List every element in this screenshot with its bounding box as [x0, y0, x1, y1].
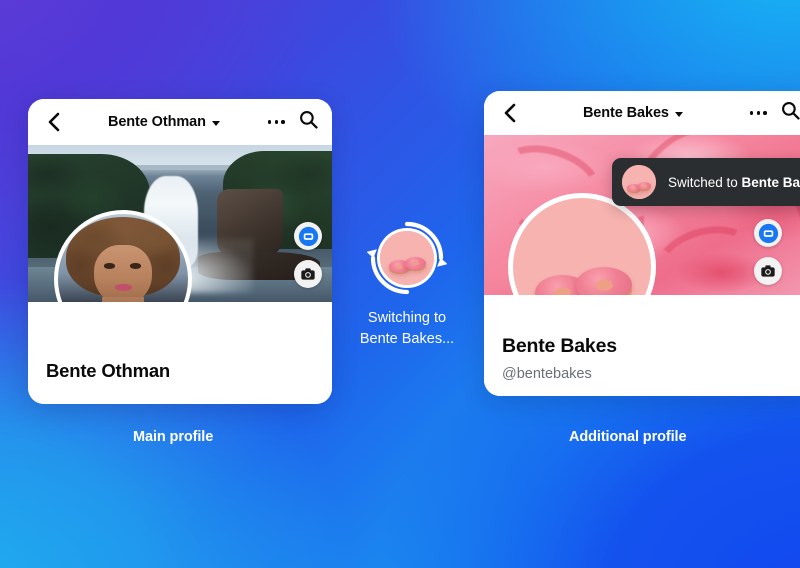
additional-card-info: Bente Bakes @bentebakes	[484, 296, 800, 396]
more-horizontal-icon[interactable]	[749, 111, 767, 115]
caret-down-icon	[211, 120, 220, 126]
toast-avatar	[622, 165, 656, 199]
screenshot-stage: Bente Othman Bente Othman Bente Bakes Be…	[0, 0, 800, 568]
additional-header-actions	[749, 101, 800, 125]
main-profile-title-dropdown[interactable]: Bente Othman	[60, 114, 268, 130]
main-avatar[interactable]	[54, 210, 192, 302]
toast-message: Switched to Bente Bak	[668, 175, 800, 190]
main-profile-card: Bente Othman Bente Othman	[28, 99, 332, 404]
main-profile-name: Bente Othman	[46, 360, 171, 381]
toast-profile-name: Bente Bak	[741, 174, 800, 190]
additional-avatar[interactable]	[508, 193, 656, 295]
search-icon[interactable]	[781, 101, 800, 125]
main-header-actions	[267, 110, 318, 134]
main-card-info: Bente Othman	[28, 312, 332, 404]
switching-label: Switching to Bente Bakes...	[360, 308, 454, 350]
additional-profile-name: Bente Bakes	[502, 335, 617, 357]
more-horizontal-icon[interactable]	[267, 120, 285, 124]
additional-profile-caption: Additional profile	[569, 429, 687, 445]
additional-profile-title-dropdown[interactable]: Bente Bakes	[516, 105, 750, 121]
toast-prefix: Switched to	[668, 174, 742, 190]
refresh-sync-icon	[367, 218, 447, 298]
switcher-avatar	[380, 231, 434, 285]
cover-camera-icon[interactable]	[294, 260, 322, 288]
main-profile-caption: Main profile	[133, 429, 214, 445]
profile-switching-indicator: Switching to Bente Bakes...	[352, 218, 462, 350]
pink-donuts-avatar-image	[513, 198, 651, 295]
additional-profile-handle: @bentebakes	[502, 366, 592, 382]
woman-portrait-avatar-image	[58, 214, 188, 302]
additional-profile-title: Bente Bakes	[582, 105, 669, 121]
switched-profile-toast[interactable]: Switched to Bente Bak	[612, 158, 800, 206]
cover-camera-icon[interactable]	[754, 257, 782, 285]
switching-label-line1: Switching to	[367, 310, 447, 326]
additional-card-header: Bente Bakes	[484, 91, 800, 135]
caret-down-icon	[674, 111, 683, 117]
main-profile-title: Bente Othman	[107, 114, 206, 130]
switching-label-line2: Bente Bakes...	[359, 331, 455, 348]
search-icon[interactable]	[299, 110, 318, 134]
main-card-header: Bente Othman	[28, 99, 332, 145]
messenger-bubble-icon[interactable]	[294, 222, 322, 250]
messenger-bubble-icon[interactable]	[754, 219, 782, 247]
main-cover-photo[interactable]	[28, 145, 332, 302]
additional-profile-card: Bente Bakes Bente Bakes @bentebakes	[484, 91, 800, 396]
